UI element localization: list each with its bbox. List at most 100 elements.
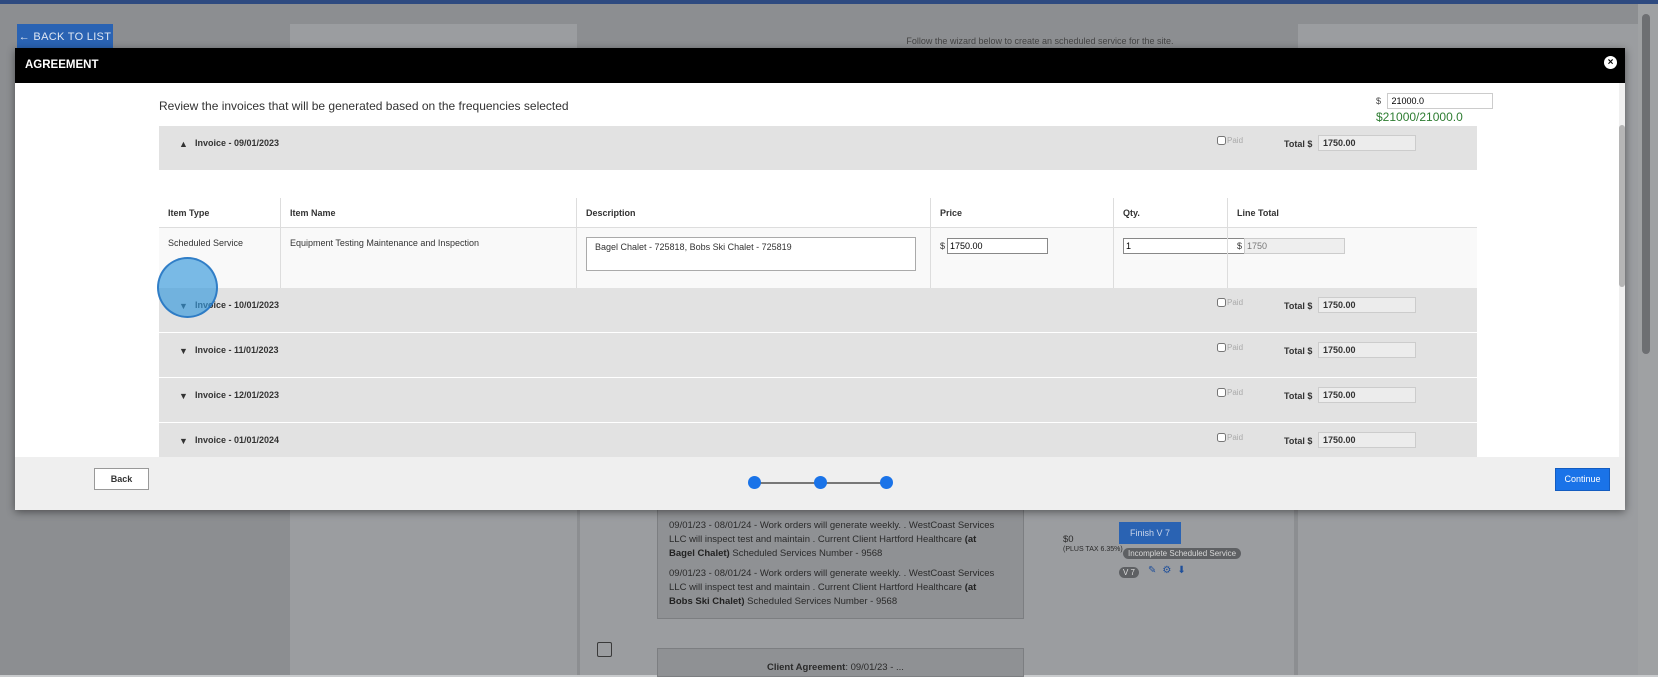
price-input[interactable]	[947, 238, 1049, 254]
modal-footer: Back Continue	[15, 457, 1625, 510]
invoice-items-table: Item Type Item Name Description Price Qt…	[159, 198, 1477, 288]
agreement-amount-input[interactable]	[1386, 93, 1493, 109]
paid-label: Paid	[1227, 433, 1244, 442]
invoice-label: Invoice - 01/01/2024	[195, 435, 280, 445]
table-row: Scheduled Service Equipment Testing Main…	[159, 228, 1477, 288]
paid-label: Paid	[1227, 343, 1244, 352]
paid-checkbox-input[interactable]	[1217, 343, 1226, 353]
caret-down-icon[interactable]: ▼	[179, 436, 188, 446]
invoice-header-2[interactable]: ▼ Invoice - 10/01/2023 Paid Total $	[159, 288, 1477, 332]
paid-checkbox[interactable]: Paid	[1217, 136, 1244, 146]
invoice-label: Invoice - 10/01/2023	[195, 300, 280, 310]
modal-body: Review the invoices that will be generat…	[15, 83, 1625, 457]
paid-label: Paid	[1227, 298, 1244, 307]
download-icon[interactable]: ⬇	[1177, 565, 1191, 576]
paid-checkbox[interactable]: Paid	[1217, 433, 1244, 443]
paid-checkbox[interactable]: Paid	[1217, 298, 1244, 308]
paid-label: Paid	[1227, 136, 1244, 145]
invoice-label: Invoice - 09/01/2023	[195, 138, 280, 148]
invoice-label: Invoice - 12/01/2023	[195, 390, 280, 400]
price-prefix: $	[940, 241, 946, 251]
invoice-header-1[interactable]: ▲ Invoice - 09/01/2023 Paid Total $	[159, 126, 1477, 170]
paid-checkbox-input[interactable]	[1217, 136, 1226, 146]
finish-button[interactable]: Finish V 7	[1119, 522, 1181, 544]
line-total-prefix: $	[1237, 241, 1243, 251]
line-total-input	[1244, 238, 1346, 254]
total-label: Total $	[1284, 436, 1313, 446]
description-input[interactable]: Bagel Chalet - 725818, Bobs Ski Chalet -…	[586, 237, 916, 271]
paid-checkbox[interactable]: Paid	[1217, 388, 1244, 398]
bg-entry-1-text: 09/01/23 - 08/01/24 - Work orders will g…	[669, 520, 995, 545]
invoice-header-3[interactable]: ▼ Invoice - 11/01/2023 Paid Total $	[159, 333, 1477, 377]
table-header-row: Item Type Item Name Description Price Qt…	[159, 198, 1477, 228]
total-label: Total $	[1284, 346, 1313, 356]
modal-scrollbar-thumb[interactable]	[1619, 125, 1625, 287]
col-item-type: Item Type	[168, 208, 210, 218]
step-dot-2	[814, 476, 827, 489]
bg-action-icons: ✎⚙⬇	[1148, 565, 1192, 576]
price-cell: $	[930, 228, 1113, 288]
page-scrollbar-thumb[interactable]	[1642, 14, 1650, 354]
client-agreement-value: : 09/01/23 - ...	[845, 662, 904, 673]
invoice-header-4[interactable]: ▼ Invoice - 12/01/2023 Paid Total $	[159, 378, 1477, 422]
invoice-total-input[interactable]	[1318, 432, 1416, 448]
col-item-name: Item Name	[280, 198, 576, 227]
modal-title: AGREEMENT	[25, 59, 99, 71]
continue-button[interactable]: Continue	[1555, 468, 1610, 491]
gear-icon[interactable]: ⚙	[1162, 565, 1177, 576]
bg-entry-1: 09/01/23 - 08/01/24 - Work orders will g…	[669, 519, 999, 561]
status-badge: Incomplete Scheduled Service	[1123, 548, 1242, 559]
paid-checkbox-input[interactable]	[1217, 433, 1226, 443]
col-qty: Qty.	[1113, 198, 1227, 227]
paid-checkbox[interactable]: Paid	[1217, 343, 1244, 353]
item-name-cell: Equipment Testing Maintenance and Inspec…	[280, 228, 576, 288]
qty-cell	[1113, 228, 1247, 288]
bg-price: $0 (PLUS TAX 6.35%)	[1063, 534, 1123, 554]
client-agreement-label: Client Agreement	[767, 662, 846, 673]
invoice-header-5[interactable]: ▼ Invoice - 01/01/2024 Paid Total $	[159, 423, 1477, 457]
invoice-label: Invoice - 11/01/2023	[195, 345, 279, 355]
description-cell: Bagel Chalet - 725818, Bobs Ski Chalet -…	[576, 228, 930, 288]
wizard-progress	[748, 476, 893, 489]
bg-client-agreement: Client Agreement: 09/01/23 - ...	[767, 662, 904, 673]
col-description: Description	[576, 198, 930, 227]
invoice-total-input[interactable]	[1318, 297, 1416, 313]
paid-label: Paid	[1227, 388, 1244, 397]
caret-down-icon[interactable]: ▼	[179, 301, 188, 311]
invoice-total-input[interactable]	[1318, 342, 1416, 358]
modal-scrollbar[interactable]	[1619, 83, 1625, 457]
bg-entry-1-number: Scheduled Services Number - 9568	[732, 548, 883, 559]
back-to-list-button[interactable]: ← BACK TO LIST	[17, 24, 113, 50]
bg-entry-2: 09/01/23 - 08/01/24 - Work orders will g…	[669, 567, 999, 609]
agreement-amount: $	[1376, 93, 1493, 109]
caret-down-icon[interactable]: ▼	[179, 391, 188, 401]
paid-checkbox-input[interactable]	[1217, 388, 1226, 398]
agreement-modal: AGREEMENT × Review the invoices that wil…	[15, 48, 1625, 510]
page-scrollbar[interactable]	[1638, 4, 1658, 675]
line-total-cell: $	[1227, 228, 1477, 288]
back-button[interactable]: Back	[94, 468, 149, 490]
version-badge: V 7	[1119, 567, 1140, 578]
amount-summary: $21000/21000.0	[1376, 110, 1463, 124]
review-text: Review the invoices that will be generat…	[159, 99, 569, 113]
step-dot-3	[880, 476, 893, 489]
invoice-total-input[interactable]	[1318, 135, 1416, 151]
col-line-total: Line Total	[1227, 198, 1477, 227]
paid-checkbox-input[interactable]	[1217, 298, 1226, 308]
caret-up-icon[interactable]: ▲	[179, 139, 188, 149]
bg-price-value: $0	[1063, 534, 1074, 545]
amount-prefix: $	[1376, 96, 1382, 106]
step-dot-1	[748, 476, 761, 489]
close-icon[interactable]: ×	[1604, 56, 1617, 69]
total-label: Total $	[1284, 391, 1313, 401]
caret-down-icon[interactable]: ▼	[179, 346, 188, 356]
total-label: Total $	[1284, 301, 1313, 311]
total-label: Total $	[1284, 139, 1313, 149]
bg-row-checkbox[interactable]	[597, 642, 612, 657]
pencil-icon[interactable]: ✎	[1148, 565, 1162, 576]
modal-header: AGREEMENT ×	[15, 48, 1625, 83]
bg-price-note: (PLUS TAX 6.35%)	[1063, 546, 1123, 553]
bg-entry-2-number: Scheduled Services Number - 9568	[747, 596, 898, 607]
bg-entry-2-text: 09/01/23 - 08/01/24 - Work orders will g…	[669, 568, 995, 593]
invoice-total-input[interactable]	[1318, 387, 1416, 403]
